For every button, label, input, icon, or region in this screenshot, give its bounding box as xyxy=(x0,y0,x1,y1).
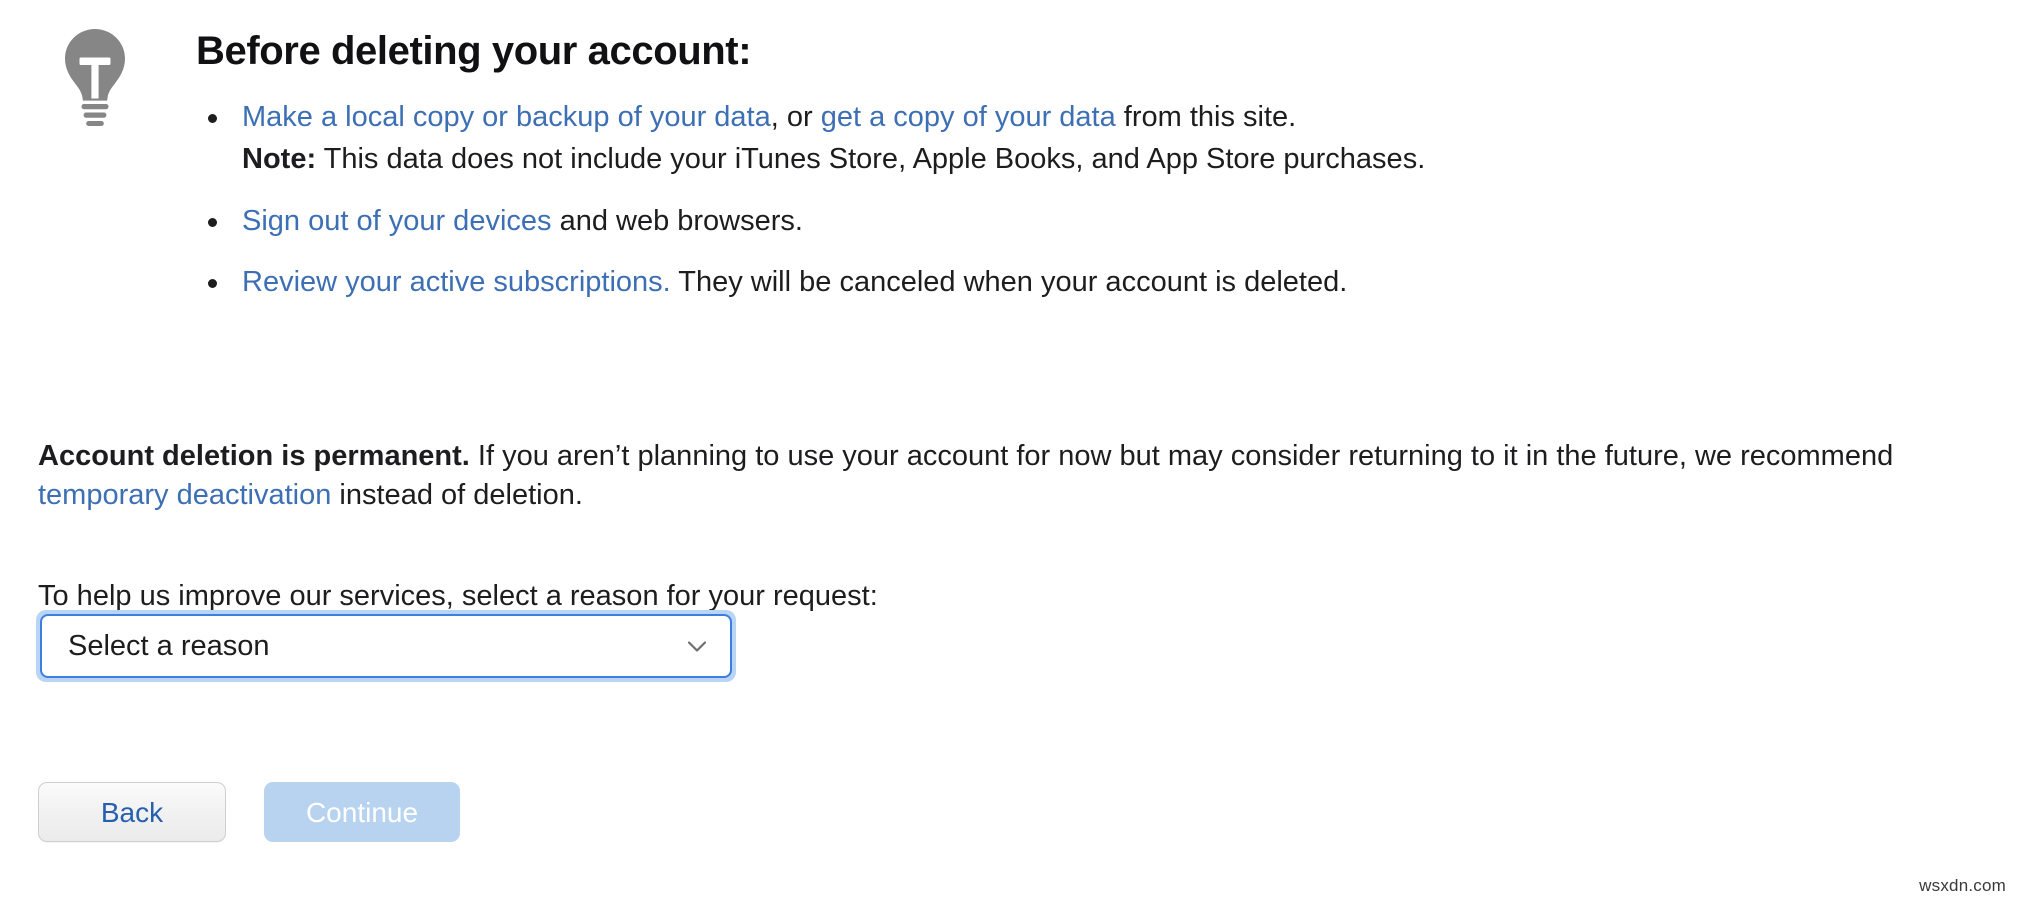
get-copy-link[interactable]: get a copy of your data xyxy=(821,101,1116,133)
sign-out-devices-link[interactable]: Sign out of your devices xyxy=(242,205,552,237)
permanent-lead: Account deletion is permanent. xyxy=(38,440,470,472)
chevron-down-icon xyxy=(682,631,712,661)
list-item: Make a local copy or backup of your data… xyxy=(196,98,1996,180)
permanent-deletion-paragraph: Account deletion is permanent. If you ar… xyxy=(38,437,2018,515)
temporary-deactivation-link[interactable]: temporary deactivation xyxy=(38,479,331,511)
page-title: Before deleting your account: xyxy=(196,29,752,73)
note-label: Note: xyxy=(242,143,317,176)
notice-body: Before deleting your account: Make a loc… xyxy=(196,28,1996,303)
back-button[interactable]: Back xyxy=(38,782,226,842)
list-item: Sign out of your devices and web browser… xyxy=(196,202,1996,241)
bullet-connector: , or xyxy=(770,101,821,133)
reason-select-wrapper: Select a reason xyxy=(36,610,736,682)
itunes-note: Note: This data does not include your iT… xyxy=(242,140,1996,179)
reason-select-value: Select a reason xyxy=(68,629,270,662)
account-deletion-page: Before deleting your account: Make a loc… xyxy=(0,0,2028,906)
watermark: wsxdn.com xyxy=(1919,876,2006,895)
lightbulb-icon xyxy=(62,28,128,126)
bullet-tail: They will be canceled when your account … xyxy=(670,266,1348,299)
review-subscriptions-link[interactable]: Review your active subscriptions. xyxy=(242,266,671,298)
local-copy-link[interactable]: Make a local copy or backup of your data xyxy=(242,101,771,133)
reason-select[interactable]: Select a reason xyxy=(40,614,732,678)
continue-button[interactable]: Continue xyxy=(264,782,460,842)
permanent-tail: instead of deletion. xyxy=(331,478,583,511)
bullet-tail: and web browsers. xyxy=(551,204,803,237)
list-item: Review your active subscriptions. They w… xyxy=(196,263,1996,302)
form-actions: Back Continue xyxy=(38,782,460,842)
bullet-tail: from this site. xyxy=(1115,101,1297,133)
note-text: This data does not include your iTunes S… xyxy=(316,143,1426,176)
pre-deletion-checklist: Make a local copy or backup of your data… xyxy=(196,98,1996,303)
permanent-text: If you aren’t planning to use your accou… xyxy=(469,440,1894,472)
